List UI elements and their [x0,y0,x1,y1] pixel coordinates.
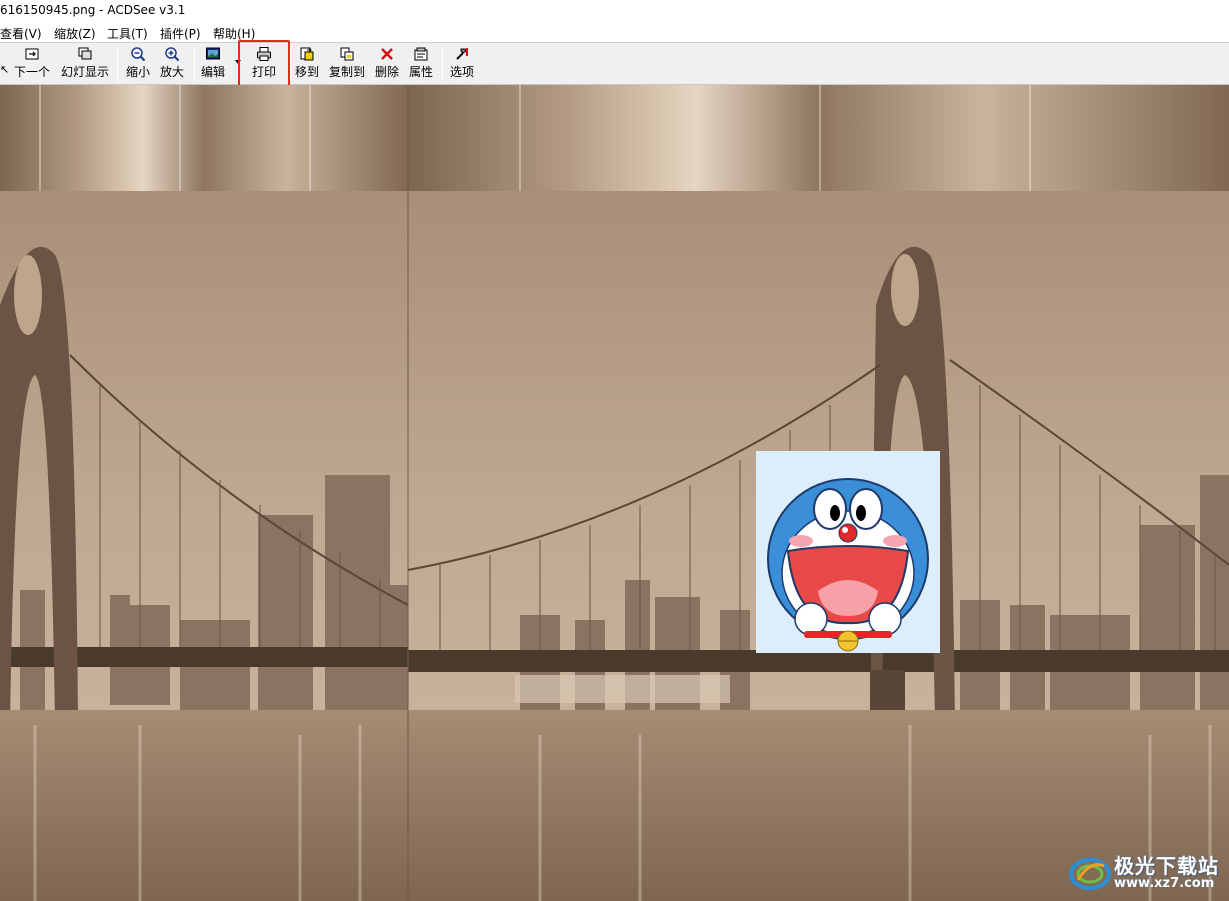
slideshow-button[interactable]: 幻灯显示 [61,46,109,84]
next-button[interactable]: 下一个 [14,46,50,84]
properties-button[interactable]: 属性 [409,46,433,84]
print-label: 打印 [252,65,277,79]
menu-plugins[interactable]: 插件(P) [160,25,201,42]
delete-icon [381,48,393,60]
move-to-button[interactable]: 移到 [295,46,319,84]
move-to-label: 移到 [295,65,320,79]
menu-bar: 查看(V) 缩放(Z) 工具(T) 插件(P) 帮助(H) [0,22,1229,42]
menu-tools[interactable]: 工具(T) [107,25,148,42]
edit-dropdown-arrow-icon[interactable] [235,60,241,64]
delete-label: 删除 [375,65,400,79]
watermark-logo-icon [1069,858,1111,890]
image-viewer[interactable] [0,85,1229,901]
slideshow-label: 幻灯显示 [61,65,110,79]
watermark-name: 极光下载站 [1114,854,1219,878]
copy-to-label: 复制到 [329,65,366,79]
toolbar-separator [442,48,443,81]
toolbar-separator [117,48,118,81]
zoom-in-icon [165,47,180,62]
delete-button[interactable]: 删除 [375,46,399,84]
bridge-photo [0,85,1229,901]
copy-to-icon [340,47,354,61]
window-title: 616150945.png - ACDSee v3.1 [0,3,186,17]
zoom-in-label: 放大 [160,65,185,79]
zoom-out-icon [131,47,146,62]
edit-icon [206,47,220,60]
next-label: 下一个 [14,65,51,79]
menu-zoom[interactable]: 缩放(Z) [54,25,96,42]
toolbar: ↖ 下一个 幻灯显示 缩小 放大 编辑 打印 移到 复制到 删除 属性 选项 [0,42,1229,85]
properties-icon [414,47,428,61]
options-label: 选项 [450,65,475,79]
doraemon-overlay-image [756,451,940,653]
menu-view[interactable]: 查看(V) [0,25,42,42]
print-button[interactable]: 打印 [252,46,276,84]
edit-label: 编辑 [201,65,226,79]
printer-icon [257,47,271,61]
menu-help[interactable]: 帮助(H) [213,25,255,42]
toolbar-separator [290,48,291,81]
doraemon-cartoon [767,478,929,652]
previous-arrow-icon[interactable]: ↖ [0,63,9,76]
toolbar-separator [194,48,195,81]
title-bar: 616150945.png - ACDSee v3.1 [0,0,1229,22]
edit-button[interactable]: 编辑 [201,46,225,84]
properties-label: 属性 [409,65,434,79]
tools-icon [456,48,468,60]
site-watermark: 极光下载站 www.xz7.com [1068,848,1223,896]
next-icon [25,48,39,60]
zoom-in-button[interactable]: 放大 [160,46,184,84]
options-button[interactable]: 选项 [450,46,474,84]
move-to-icon [300,47,314,61]
zoom-out-label: 缩小 [126,65,151,79]
watermark-url: www.xz7.com [1114,876,1215,891]
copy-to-button[interactable]: 复制到 [329,46,365,84]
zoom-out-button[interactable]: 缩小 [126,46,150,84]
slideshow-icon [78,47,92,60]
